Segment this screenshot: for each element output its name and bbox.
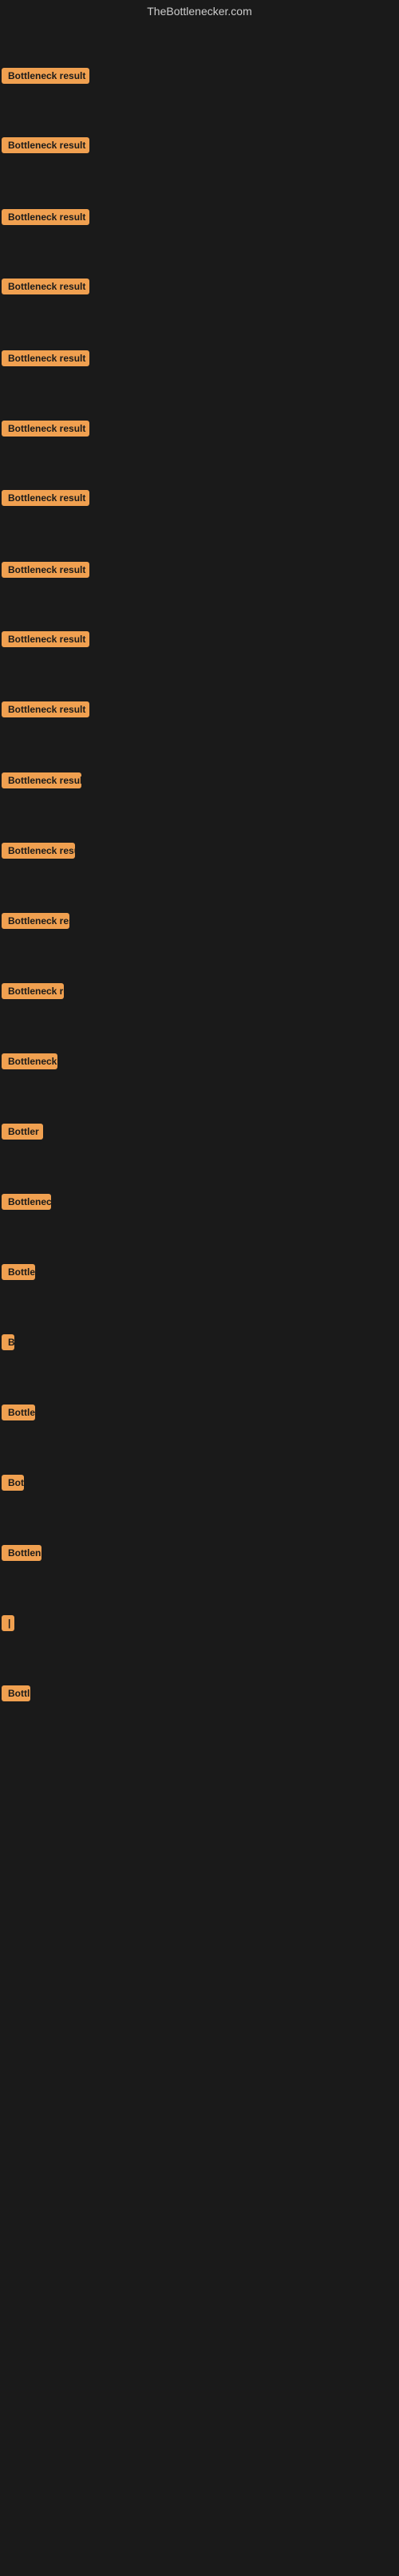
bottleneck-badge-21: Bot xyxy=(2,1475,24,1491)
bottleneck-badge-11: Bottleneck result xyxy=(2,772,81,788)
bottleneck-badge-7: Bottleneck result xyxy=(2,490,89,506)
bottleneck-badge-1: Bottleneck result xyxy=(2,68,89,84)
bottleneck-result-row-11: Bottleneck result xyxy=(2,772,81,792)
bottleneck-badge-4: Bottleneck result xyxy=(2,279,89,294)
bottleneck-badge-9: Bottleneck result xyxy=(2,631,89,647)
bottleneck-badge-17: Bottleneck xyxy=(2,1194,51,1210)
bottleneck-result-row-1: Bottleneck result xyxy=(2,68,89,88)
bottleneck-result-row-9: Bottleneck result xyxy=(2,631,89,651)
bottleneck-result-row-21: Bot xyxy=(2,1475,24,1495)
bottleneck-badge-13: Bottleneck resu xyxy=(2,913,69,929)
bottleneck-badge-23: | xyxy=(2,1615,14,1631)
bottleneck-badge-18: Bottle xyxy=(2,1264,35,1280)
bottleneck-result-row-4: Bottleneck result xyxy=(2,279,89,298)
bottleneck-result-row-6: Bottleneck result xyxy=(2,421,89,441)
bottleneck-result-row-5: Bottleneck result xyxy=(2,350,89,370)
bottleneck-result-row-23: | xyxy=(2,1615,14,1635)
bottleneck-result-row-13: Bottleneck resu xyxy=(2,913,69,933)
bottleneck-result-row-19: B xyxy=(2,1334,14,1354)
bottleneck-result-row-8: Bottleneck result xyxy=(2,562,89,582)
bottleneck-badge-20: Bottle xyxy=(2,1405,35,1420)
bottleneck-badge-2: Bottleneck result xyxy=(2,137,89,153)
bottleneck-badge-3: Bottleneck result xyxy=(2,209,89,225)
bottleneck-badge-19: B xyxy=(2,1334,14,1350)
bottleneck-badge-22: Bottlen xyxy=(2,1545,41,1561)
bottleneck-badge-14: Bottleneck resu xyxy=(2,983,64,999)
site-title: TheBottlenecker.com xyxy=(0,0,399,22)
bottleneck-result-row-20: Bottle xyxy=(2,1405,35,1424)
bottleneck-badge-15: Bottleneck r xyxy=(2,1053,57,1069)
bottleneck-result-row-2: Bottleneck result xyxy=(2,137,89,157)
bottleneck-result-row-7: Bottleneck result xyxy=(2,490,89,510)
bottleneck-badge-5: Bottleneck result xyxy=(2,350,89,366)
bottleneck-result-row-16: Bottler xyxy=(2,1124,43,1144)
bottleneck-result-row-15: Bottleneck r xyxy=(2,1053,57,1073)
bottleneck-badge-24: Bottl xyxy=(2,1685,30,1701)
site-title-text: TheBottlenecker.com xyxy=(147,5,252,18)
bottleneck-result-row-17: Bottleneck xyxy=(2,1194,51,1214)
bottleneck-badge-16: Bottler xyxy=(2,1124,43,1140)
results-container: Bottleneck result Bottleneck result Bottle… xyxy=(0,22,399,2576)
bottleneck-result-row-10: Bottleneck result xyxy=(2,701,89,721)
bottleneck-result-row-22: Bottlen xyxy=(2,1545,41,1565)
bottleneck-result-row-24: Bottl xyxy=(2,1685,30,1705)
bottleneck-badge-6: Bottleneck result xyxy=(2,421,89,437)
bottleneck-result-row-18: Bottle xyxy=(2,1264,35,1284)
bottleneck-badge-10: Bottleneck result xyxy=(2,701,89,717)
bottleneck-result-row-14: Bottleneck resu xyxy=(2,983,64,1003)
bottleneck-result-row-3: Bottleneck result xyxy=(2,209,89,229)
bottleneck-badge-8: Bottleneck result xyxy=(2,562,89,578)
bottleneck-badge-12: Bottleneck resu xyxy=(2,843,75,859)
bottleneck-result-row-12: Bottleneck resu xyxy=(2,843,75,863)
